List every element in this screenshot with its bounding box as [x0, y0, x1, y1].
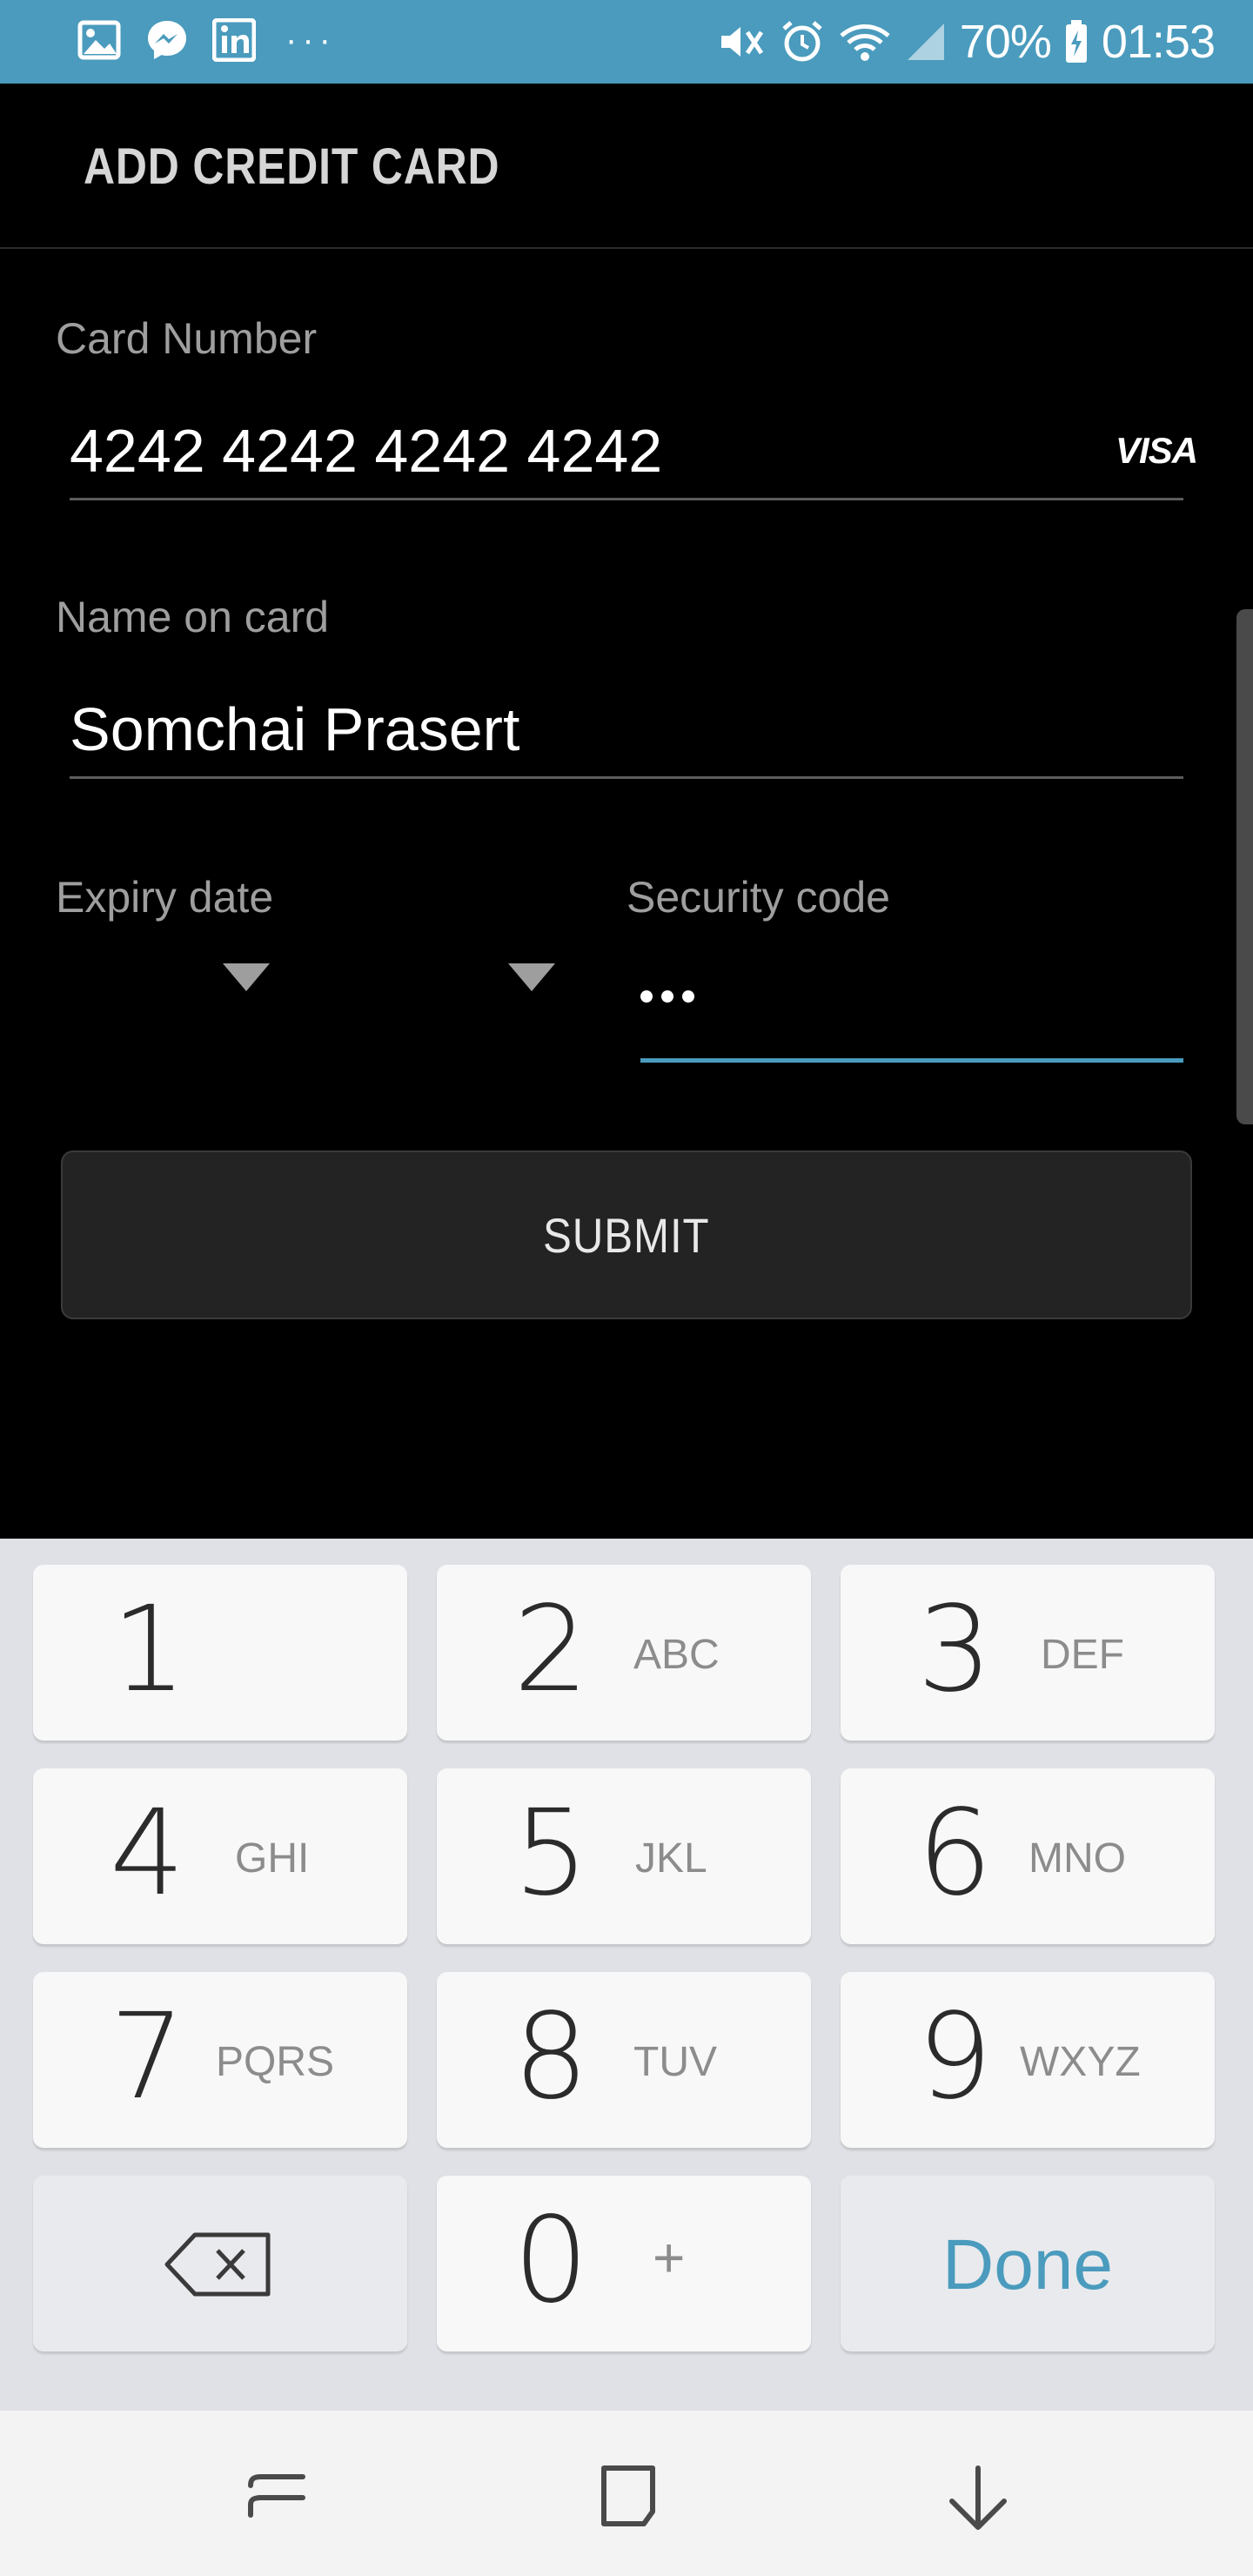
done-key[interactable]: Done: [841, 2176, 1215, 2351]
submit-button-label: SUBMIT: [543, 1207, 710, 1263]
key-letters: ABC: [633, 1632, 720, 1678]
expiry-year-dropdown[interactable]: [331, 940, 583, 1027]
key-digit: 1: [111, 1581, 187, 1719]
key-plus: +: [653, 2226, 686, 2289]
key-7[interactable]: 7 PQRS: [33, 1972, 407, 2148]
name-on-card-underline: [70, 776, 1183, 779]
expiry-month-dropdown[interactable]: [56, 940, 291, 1027]
name-on-card-input[interactable]: Somchai Prasert: [70, 694, 519, 764]
key-digit: 6: [917, 1785, 993, 1922]
back-icon[interactable]: [945, 2463, 1011, 2532]
key-digit: 9: [917, 1989, 993, 2126]
expiry-date-label: Expiry date: [56, 873, 274, 922]
mute-icon: [720, 27, 763, 57]
app-bar: ADD CREDIT CARD: [0, 84, 1253, 249]
gallery-icon: [77, 20, 121, 60]
key-letters: WXYZ: [1020, 2039, 1141, 2085]
card-number-label: Card Number: [56, 314, 318, 363]
chevron-down-icon: [508, 963, 555, 991]
name-on-card-label: Name on card: [56, 593, 330, 641]
submit-button[interactable]: SUBMIT: [61, 1150, 1192, 1319]
key-2[interactable]: 2 ABC: [437, 1565, 811, 1741]
card-number-underline: [70, 498, 1183, 500]
security-code-label: Security code: [626, 873, 890, 922]
page-title: ADD CREDIT CARD: [84, 138, 500, 195]
security-code-input[interactable]: [640, 957, 1183, 1058]
card-number-input[interactable]: 4242 4242 4242 4242: [70, 416, 662, 486]
key-5[interactable]: 5 JKL: [437, 1768, 811, 1944]
navigation-bar: [0, 2411, 1253, 2576]
key-letters: PQRS: [216, 2039, 335, 2085]
recent-apps-icon[interactable]: [244, 2463, 310, 2526]
key-letters: DEF: [1041, 1632, 1124, 1678]
home-icon[interactable]: [595, 2463, 661, 2529]
messenger-icon: [148, 21, 186, 59]
backspace-key[interactable]: [33, 2176, 407, 2351]
key-3[interactable]: 3 DEF: [841, 1565, 1215, 1741]
key-letters: JKL: [635, 1835, 707, 1882]
chevron-down-icon: [223, 963, 270, 991]
key-0[interactable]: 0 +: [437, 2176, 811, 2351]
signal-icon: [907, 23, 944, 60]
visa-brand-icon: VISA: [1116, 430, 1198, 471]
done-key-label: Done: [941, 2225, 1114, 2304]
battery-icon: [1065, 20, 1087, 63]
key-digit: 0: [513, 2192, 589, 2330]
key-4[interactable]: 4 GHI: [33, 1768, 407, 1944]
security-code-underline: [640, 1058, 1183, 1063]
key-9[interactable]: 9 WXYZ: [841, 1972, 1215, 2148]
key-letters: TUV: [633, 2039, 717, 2085]
masked-security-code: [640, 990, 694, 1003]
status-bar: ··· 70% 01:53: [0, 0, 1253, 84]
clock: 01:53: [1101, 16, 1216, 68]
more-notifications: ···: [285, 21, 336, 59]
scrollbar[interactable]: [1236, 609, 1253, 1124]
key-letters: MNO: [1029, 1835, 1126, 1882]
key-digit: 5: [513, 1785, 589, 1922]
key-digit: 7: [110, 1989, 185, 2126]
status-bar-system: 70% 01:53: [716, 12, 1216, 71]
key-digit: 4: [110, 1785, 185, 1922]
key-digit: 3: [917, 1581, 993, 1719]
key-8[interactable]: 8 TUV: [437, 1972, 811, 2148]
linkedin-icon: [212, 18, 256, 62]
status-bar-notifications: ···: [77, 17, 336, 63]
key-digit: 8: [513, 1989, 589, 2126]
key-letters: GHI: [235, 1835, 310, 1882]
wifi-icon: [840, 24, 890, 61]
numeric-keyboard: 1 2 ABC 3 DEF 4 GHI 5 JKL 6 MNO 7 PQRS 8…: [0, 1539, 1253, 2411]
key-6[interactable]: 6 MNO: [841, 1768, 1215, 1944]
backspace-icon: [164, 2232, 271, 2297]
alarm-icon: [782, 21, 822, 62]
battery-percentage: 70%: [959, 16, 1052, 68]
key-1[interactable]: 1: [33, 1565, 407, 1741]
key-digit: 2: [513, 1581, 589, 1719]
